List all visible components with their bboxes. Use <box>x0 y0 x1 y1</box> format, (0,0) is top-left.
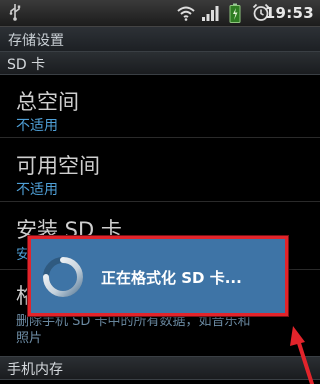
battery-icon <box>229 3 241 23</box>
screen: 19:53 存储设置 SD 卡 总空间 不适用 可用空间 不适用 安装 SD 卡… <box>0 0 320 384</box>
section-header-phone-memory: 手机内存 <box>0 356 320 380</box>
usb-icon <box>9 4 21 21</box>
page-title-bar: 存储设置 <box>0 27 320 52</box>
pref-subtitle: 不适用 <box>16 182 58 198</box>
page-title: 存储设置 <box>8 33 64 49</box>
status-bar: 19:53 <box>0 0 320 27</box>
progress-dialog: 正在格式化 SD 卡... <box>28 236 288 316</box>
dialog-message: 正在格式化 SD 卡... <box>101 269 242 287</box>
wifi-icon <box>177 6 195 21</box>
pref-description-line: 照片 <box>16 331 43 346</box>
pref-title: 可用空间 <box>16 154 100 178</box>
section-header-sd-label: SD 卡 <box>7 57 46 73</box>
pref-subtitle: 不适用 <box>16 118 58 134</box>
red-arrow-annotation-icon <box>290 326 314 384</box>
signal-icon <box>202 6 219 21</box>
pref-item-total-space: 总空间 不适用 <box>0 74 320 138</box>
pref-item-available-space: 可用空间 不适用 <box>0 138 320 202</box>
section-header-sd: SD 卡 <box>0 51 320 75</box>
section-header-phone-memory-label: 手机内存 <box>7 362 63 378</box>
pref-title: 总空间 <box>16 90 79 114</box>
status-clock: 19:53 <box>264 4 314 22</box>
loading-spinner-icon <box>43 257 83 297</box>
